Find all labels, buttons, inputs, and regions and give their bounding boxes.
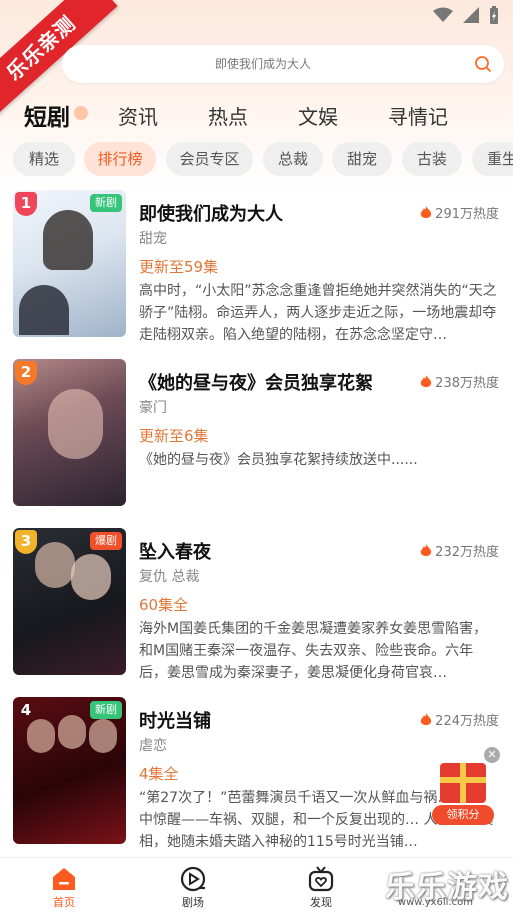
wifi-icon [433, 7, 453, 22]
chip-sweet[interactable]: 甜宠 [332, 142, 392, 176]
update-status: 60集全 [139, 596, 189, 614]
points-gift-widget[interactable]: 领积分 ✕ [432, 747, 500, 827]
fire-icon [420, 374, 432, 387]
fire-icon [420, 205, 432, 218]
hot-badge: 爆剧 [90, 532, 122, 550]
chip-vip[interactable]: 会员专区 [166, 142, 253, 176]
update-status: 4集全 [139, 765, 179, 783]
tab-entertainment[interactable]: 文娱 [298, 101, 338, 130]
rank-badge: 3 [15, 530, 37, 554]
drama-title: 坠入春夜 [139, 542, 211, 563]
update-status: 更新至6集 [139, 427, 209, 445]
gift-ribbon-vertical [460, 763, 466, 803]
chip-ranking[interactable]: 排行榜 [84, 142, 156, 176]
tv-heart-icon [308, 866, 334, 892]
list-item[interactable]: 2 《她的昼与夜》会员独享花絮 238万热度 豪门 更新至6集 《她的昼与夜》会… [0, 359, 513, 509]
search-bar[interactable]: 即使我们成为大人 [62, 45, 504, 83]
genre-tags: 虐恋 [139, 738, 167, 754]
home-icon [53, 868, 75, 890]
list-item[interactable]: 3 爆剧 坠入春夜 232万热度 复仇 总裁 60集全 海外M国姜氏集团的千金姜… [0, 528, 513, 681]
chip-costume[interactable]: 古装 [402, 142, 462, 176]
category-tabs: 短剧 资讯 热点 文娱 寻情记 [0, 98, 513, 132]
new-badge: 新剧 [90, 701, 122, 719]
heat-count: 238万热度 [420, 372, 499, 391]
play-circle-icon [180, 866, 206, 892]
heat-count: 291万热度 [420, 203, 499, 222]
search-icon[interactable] [474, 55, 492, 73]
tab-short-drama[interactable]: 短剧 [24, 98, 70, 132]
heat-count: 224万热度 [420, 710, 499, 729]
chip-featured[interactable]: 精选 [13, 142, 75, 176]
poster-image: 1 新剧 [13, 190, 126, 337]
drama-description: 高中时，“小太阳”苏念念重逢曾拒绝她并突然消失的“天之骄子”陆栩。命运弄人，两人… [139, 283, 497, 343]
heat-text: 224万热度 [435, 714, 499, 729]
signal-icon [463, 7, 479, 23]
poster-image: 2 [13, 359, 126, 506]
genre-tags: 豪门 [139, 400, 167, 416]
nav-theater-label: 剧场 [182, 896, 204, 909]
filter-chips: 精选 排行榜 会员专区 总裁 甜宠 古装 重生 [0, 142, 513, 176]
drama-description: 《她的昼与夜》会员独享花絮持续放送中...... [139, 452, 418, 468]
update-status: 更新至59集 [139, 258, 219, 276]
genre-tags: 复仇 总裁 [139, 569, 200, 585]
fire-icon [420, 712, 432, 725]
drama-title: 时光当铺 [139, 711, 211, 732]
heat-count: 232万热度 [420, 541, 499, 560]
rank-badge: 4 [20, 701, 32, 719]
tab-news[interactable]: 资讯 [118, 101, 158, 130]
drama-title: 即使我们成为大人 [139, 204, 283, 225]
nav-discover[interactable]: 发现 [291, 864, 351, 910]
site-watermark-url: www.yx6ll.com [397, 897, 473, 908]
nav-discover-label: 发现 [310, 896, 332, 909]
drama-title: 《她的昼与夜》会员独享花絮 [139, 373, 373, 394]
heat-text: 238万热度 [435, 376, 499, 391]
tab-hot[interactable]: 热点 [208, 101, 248, 130]
nav-home[interactable]: 首页 [34, 864, 94, 910]
status-bar [433, 6, 499, 24]
chip-rebirth[interactable]: 重生 [472, 142, 513, 176]
heat-text: 232万热度 [435, 545, 499, 560]
rank-badge: 1 [15, 192, 37, 216]
fire-icon [420, 543, 432, 556]
heat-text: 291万热度 [435, 207, 499, 222]
close-icon[interactable]: ✕ [484, 747, 500, 763]
drama-description: 海外M国姜氏集团的千金姜思凝遭姜家养女姜思雪陷害，和M国赌王秦深一夜温存、失去双… [139, 621, 488, 681]
poster-image: 3 爆剧 [13, 528, 126, 675]
tab-love-search[interactable]: 寻情记 [388, 101, 448, 130]
points-label: 领积分 [432, 805, 494, 825]
new-badge: 新剧 [90, 194, 122, 212]
search-placeholder: 即使我们成为大人 [214, 57, 311, 71]
battery-icon [490, 6, 498, 24]
nav-theater[interactable]: 剧场 [163, 864, 223, 910]
list-item[interactable]: 1 新剧 即使我们成为大人 291万热度 甜宠 更新至59集 高中时，“小太阳”… [0, 190, 513, 343]
rank-badge: 2 [15, 361, 37, 385]
chip-ceo[interactable]: 总裁 [263, 142, 323, 176]
nav-home-label: 首页 [53, 896, 75, 909]
genre-tags: 甜宠 [139, 231, 167, 247]
poster-image: 4 新剧 [13, 697, 126, 844]
